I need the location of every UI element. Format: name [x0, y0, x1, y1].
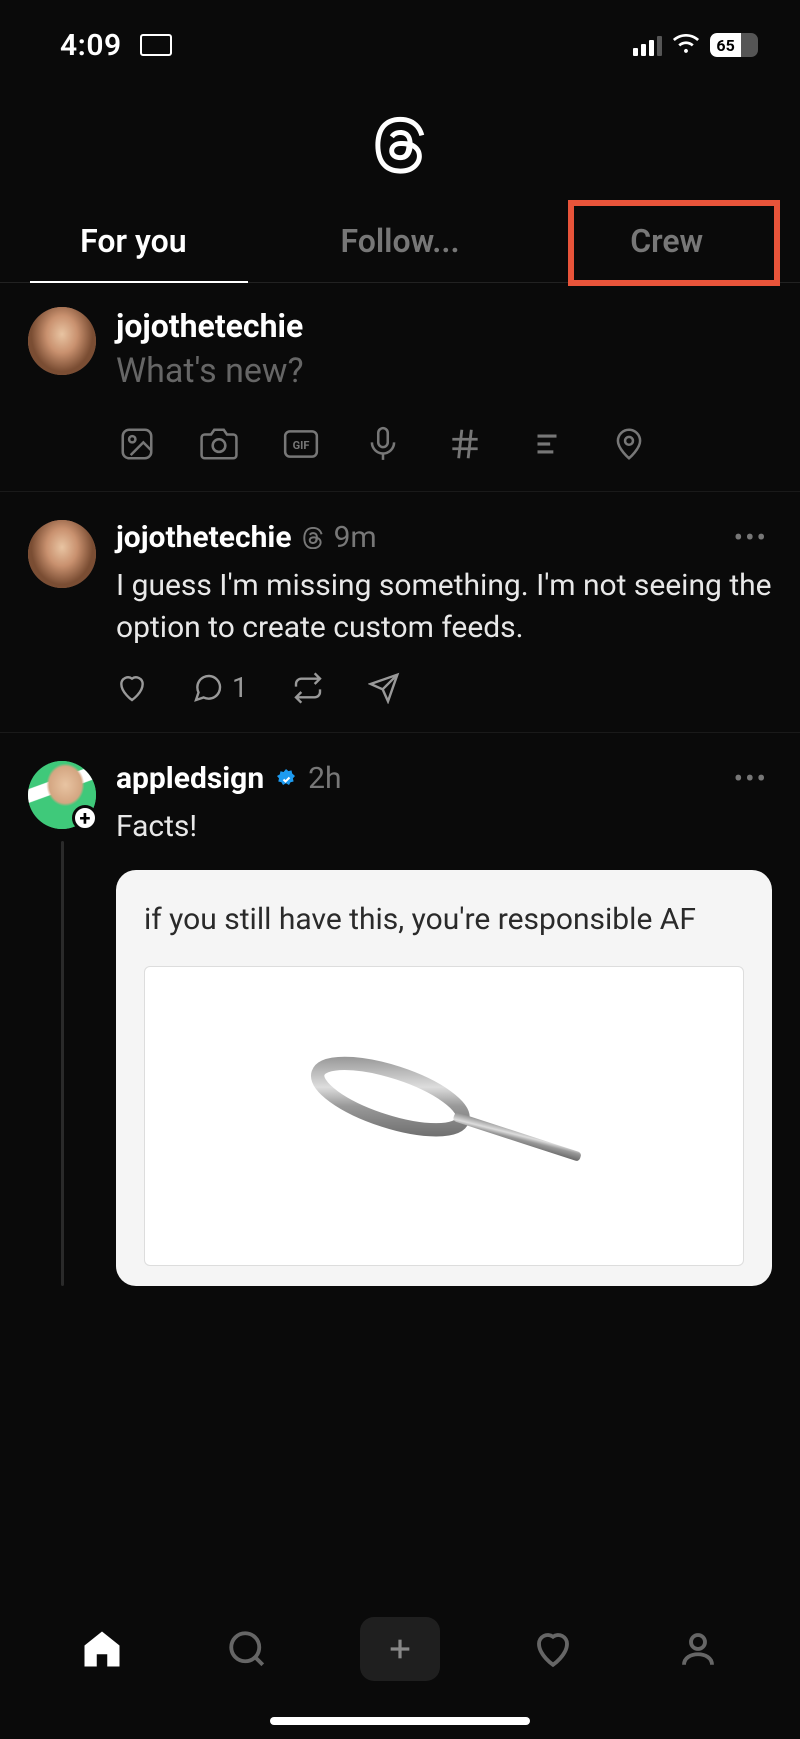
reply-button[interactable]: 1	[192, 671, 248, 704]
composer-placeholder[interactable]: What's new?	[116, 351, 772, 391]
verified-badge-icon	[274, 767, 298, 791]
post-menu-button[interactable]: •••	[734, 762, 772, 795]
screen-mirror-icon	[140, 34, 172, 56]
post-timestamp: 2h	[308, 761, 341, 796]
post-timestamp: 9m	[334, 520, 377, 555]
svg-text:GIF: GIF	[293, 439, 310, 452]
threads-logo-icon	[372, 113, 428, 181]
home-indicator[interactable]	[270, 1717, 530, 1725]
gif-icon[interactable]: GIF	[282, 425, 320, 463]
camera-icon[interactable]	[200, 425, 238, 463]
nav-activity[interactable]	[521, 1617, 585, 1681]
post-author-avatar[interactable]	[28, 520, 96, 588]
wifi-icon	[672, 32, 700, 58]
post-image	[144, 966, 744, 1266]
nav-compose[interactable]	[360, 1617, 440, 1681]
post-username[interactable]: appledsign	[116, 761, 264, 796]
repost-button[interactable]	[292, 672, 324, 704]
hashtag-icon[interactable]	[446, 425, 484, 463]
tab-for-you[interactable]: For you	[0, 206, 267, 282]
post-menu-button[interactable]: •••	[734, 521, 772, 554]
nav-search[interactable]	[215, 1617, 279, 1681]
annotation-highlight-box	[568, 200, 780, 286]
nav-home[interactable]	[70, 1617, 134, 1681]
image-caption: if you still have this, you're responsib…	[144, 898, 744, 942]
location-icon[interactable]	[610, 425, 648, 463]
threads-badge-icon	[302, 527, 324, 549]
poll-icon[interactable]	[528, 425, 566, 463]
post-text: I guess I'm missing something. I'm not s…	[116, 565, 772, 649]
cell-signal-icon	[633, 34, 662, 56]
attach-image-icon[interactable]	[118, 425, 156, 463]
user-avatar[interactable]	[28, 307, 96, 375]
status-time: 4:09	[60, 28, 122, 63]
thread-line	[61, 841, 64, 1286]
status-bar: 4:09 65	[0, 0, 800, 78]
compose-post[interactable]: jojothetechie What's new? GIF	[0, 283, 800, 492]
like-button[interactable]	[116, 672, 148, 704]
microphone-icon[interactable]	[364, 425, 402, 463]
reply-count: 1	[232, 671, 248, 704]
share-button[interactable]	[368, 672, 400, 704]
post-image-card[interactable]: if you still have this, you're responsib…	[116, 870, 772, 1286]
post-text: Facts!	[116, 806, 772, 848]
nav-profile[interactable]	[666, 1617, 730, 1681]
follow-add-icon[interactable]: +	[72, 805, 98, 831]
feed-post[interactable]: jojothetechie 9m ••• I guess I'm missing…	[0, 492, 800, 733]
tab-following[interactable]: Follow...	[267, 206, 534, 282]
composer-username: jojothetechie	[116, 307, 772, 345]
feed-post[interactable]: + appledsign 2h ••• Facts! if you still …	[0, 733, 800, 1286]
battery-icon: 65	[710, 33, 758, 57]
post-username[interactable]: jojothetechie	[116, 520, 292, 555]
